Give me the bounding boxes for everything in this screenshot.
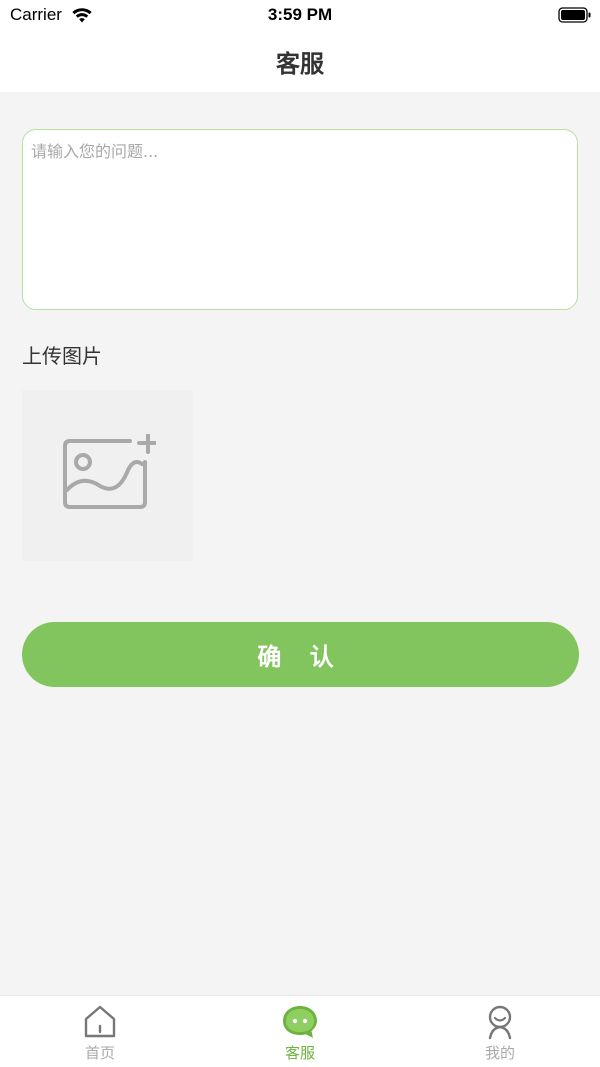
status-time: 3:59 PM (267, 5, 333, 24)
tab-home[interactable]: 首页 (0, 996, 200, 1067)
tab-service-label: 客服 (284, 1044, 315, 1062)
page-title: 客服 (276, 49, 324, 78)
question-input[interactable] (22, 129, 578, 310)
tab-home-label: 首页 (84, 1044, 115, 1062)
upload-image-label: 上传图片 (22, 344, 102, 368)
profile-icon (488, 1005, 512, 1040)
upload-image-button[interactable] (22, 390, 193, 561)
chat-icon (283, 1006, 317, 1038)
confirm-button[interactable]: 确 认 (22, 622, 579, 687)
tab-profile-label: 我的 (484, 1044, 515, 1062)
add-image-icon (62, 433, 156, 509)
home-icon (84, 1005, 116, 1038)
tab-profile[interactable]: 我的 (400, 996, 600, 1067)
battery-icon (558, 7, 591, 23)
tab-service[interactable]: 客服 (200, 996, 400, 1067)
status-bar: Carrier 3:59 PM (0, 0, 600, 30)
nav-bar: 客服 (0, 30, 600, 92)
tab-bar: 首页 客服 我的 (0, 995, 600, 1067)
